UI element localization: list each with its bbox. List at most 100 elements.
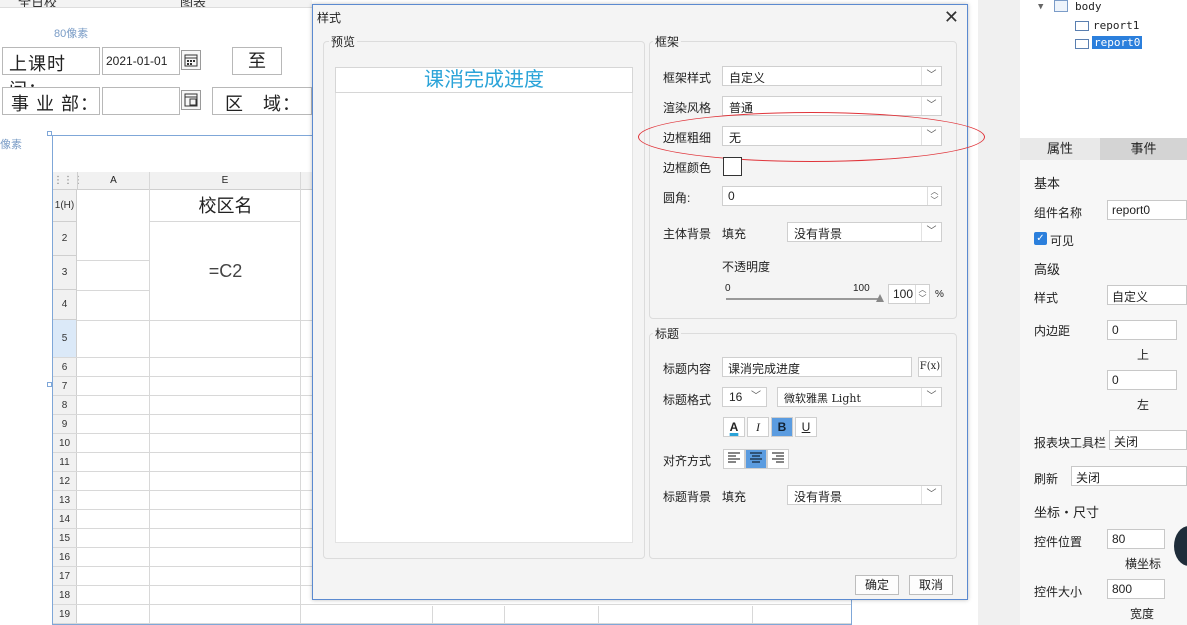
dept-input[interactable] [102,87,180,115]
ok-button[interactable]: 确定 [855,575,899,595]
section-coords: 坐标・尺寸 [1034,505,1100,520]
start-date-input[interactable]: 2021-01-01 [102,47,180,75]
row-number[interactable]: 15 [53,529,77,548]
width-input[interactable]: 800 [1107,579,1165,599]
tab-full-day[interactable]: 全日校 [18,0,57,7]
font-size-select[interactable]: 16 ﹀ [722,387,767,407]
row-number[interactable]: 2 [53,222,77,256]
calendar-icon[interactable] [181,50,201,70]
align-center-icon[interactable] [745,449,767,469]
font-family-select[interactable]: 微软雅黑 Light ﹀ [777,387,942,407]
align-right-icon[interactable] [767,449,789,469]
row-number[interactable]: 14 [53,510,77,529]
body-fill-label: 填充 [722,227,747,241]
frame-legend: 框架 [653,33,682,50]
to-label: 至 [232,47,282,75]
render-style-label: 渲染风格 [663,101,712,115]
top-toolbar: 全日校 图表 [0,0,312,8]
row-number[interactable]: 12 [53,472,77,491]
section-basic: 基本 [1034,176,1061,191]
row-number[interactable]: 17 [53,567,77,586]
tree-item-report0[interactable]: report0 [1092,36,1143,49]
region-label: 区 域： [225,94,301,114]
tree-collapse-icon[interactable]: ▼ [1038,2,1043,12]
opacity-unit: % [935,289,944,300]
opacity-input[interactable]: 100 ︿ ﹀ [888,284,930,304]
style-dialog: 样式 ✕ 预览 课消完成进度 框架 框架样式 自定义 ﹀ 渲染风格 普通 ﹀ 边框粗… [312,4,985,600]
slider-max-label: 100 [853,283,870,294]
row-number[interactable]: 3 [53,256,77,290]
row-number[interactable]: 11 [53,453,77,472]
opacity-slider-thumb[interactable] [876,294,884,302]
align-left-icon[interactable] [723,449,745,469]
position-label: 控件位置 [1034,535,1083,549]
component-name-label: 组件名称 [1034,206,1083,220]
row-number[interactable]: 4 [53,290,77,320]
italic-button[interactable]: I [747,417,769,437]
column-header-a[interactable]: A [77,172,149,190]
section-advanced: 高级 [1034,262,1061,277]
border-color-swatch[interactable] [723,157,742,176]
row-number[interactable]: 18 [53,586,77,605]
row-number[interactable]: 9 [53,415,77,434]
radius-input[interactable]: 0 ︿ ﹀ [722,186,942,206]
row-number[interactable]: 1(H) [53,190,77,222]
header-cell-campus[interactable]: 校区名 [149,190,301,222]
x-caption: 横坐标 [1125,557,1162,571]
tree-item-report1[interactable]: report1 [1093,19,1139,32]
row-number[interactable]: 19 [53,605,77,624]
pixel-note-top: 80像素 [54,28,89,40]
style-select[interactable]: 自定义 [1107,285,1187,305]
property-sheet [1020,160,1187,625]
refresh-select[interactable]: 关闭 [1071,466,1187,486]
cancel-button[interactable]: 取消 [909,575,953,595]
row-number[interactable]: 5 [53,320,77,358]
tab-events[interactable]: 事件 [1100,138,1187,160]
dept-label: 事 业 部： [11,94,100,114]
row-number[interactable]: 6 [53,358,77,377]
row-number[interactable]: 13 [53,491,77,510]
padding-left-caption: 左 [1137,398,1150,412]
formula-button[interactable]: F(x) [918,357,942,377]
visible-checkbox[interactable]: ✓ [1034,232,1047,245]
spin-arrows-icon[interactable]: ︿ ﹀ [927,187,941,205]
row-number[interactable]: 16 [53,548,77,567]
visible-label: 可见 [1050,234,1075,248]
preview-title: 课消完成进度 [335,67,633,93]
position-x-input[interactable]: 80 [1107,529,1165,549]
opacity-slider-track[interactable] [726,294,884,302]
title-content-input[interactable]: 课消完成进度 [722,357,912,377]
chevron-down-icon: ﹀ [751,391,761,402]
chevron-down-icon: ﹀ [921,223,941,241]
radius-label: 圆角: [663,191,691,205]
tab-chart[interactable]: 图表 [180,0,206,7]
padding-top-input[interactable]: 0 [1107,320,1177,340]
row-number[interactable]: 8 [53,396,77,415]
font-color-button[interactable]: A [723,417,745,437]
padding-left-input[interactable]: 0 [1107,370,1177,390]
component-tree: ▼ body report1 report0 [1020,0,1187,138]
padding-top-caption: 上 [1137,348,1150,362]
chevron-down-icon: ﹀ [921,388,941,406]
body-bg-select[interactable]: 没有背景 ﹀ [787,222,942,242]
tab-properties[interactable]: 属性 [1020,138,1100,160]
frame-style-select[interactable]: 自定义 ﹀ [722,66,942,86]
row-number[interactable]: 7 [53,377,77,396]
close-icon[interactable]: ✕ [944,7,959,28]
title-legend: 标题 [653,325,682,342]
tree-item-body[interactable]: body [1075,0,1102,13]
border-color-label: 边框颜色 [663,161,712,175]
underline-button[interactable]: U [795,417,817,437]
grid-select-all-icon[interactable]: ⋮⋮⋮ [53,172,83,190]
component-name-input[interactable]: report0 [1107,200,1187,220]
spin-arrows-icon[interactable]: ︿ ﹀ [915,285,929,303]
refresh-label: 刷新 [1034,472,1059,486]
dept-label-box: 事 业 部： [2,87,100,115]
dropdown-panel-icon[interactable] [181,90,201,110]
row-number[interactable]: 10 [53,434,77,453]
formula-cell[interactable]: =C2 [149,222,301,320]
column-header-e[interactable]: E [149,172,301,190]
toolbar-select[interactable]: 关闭 [1109,430,1187,450]
bold-button[interactable]: B [771,417,793,437]
title-bg-select[interactable]: 没有背景 ﹀ [787,485,942,505]
